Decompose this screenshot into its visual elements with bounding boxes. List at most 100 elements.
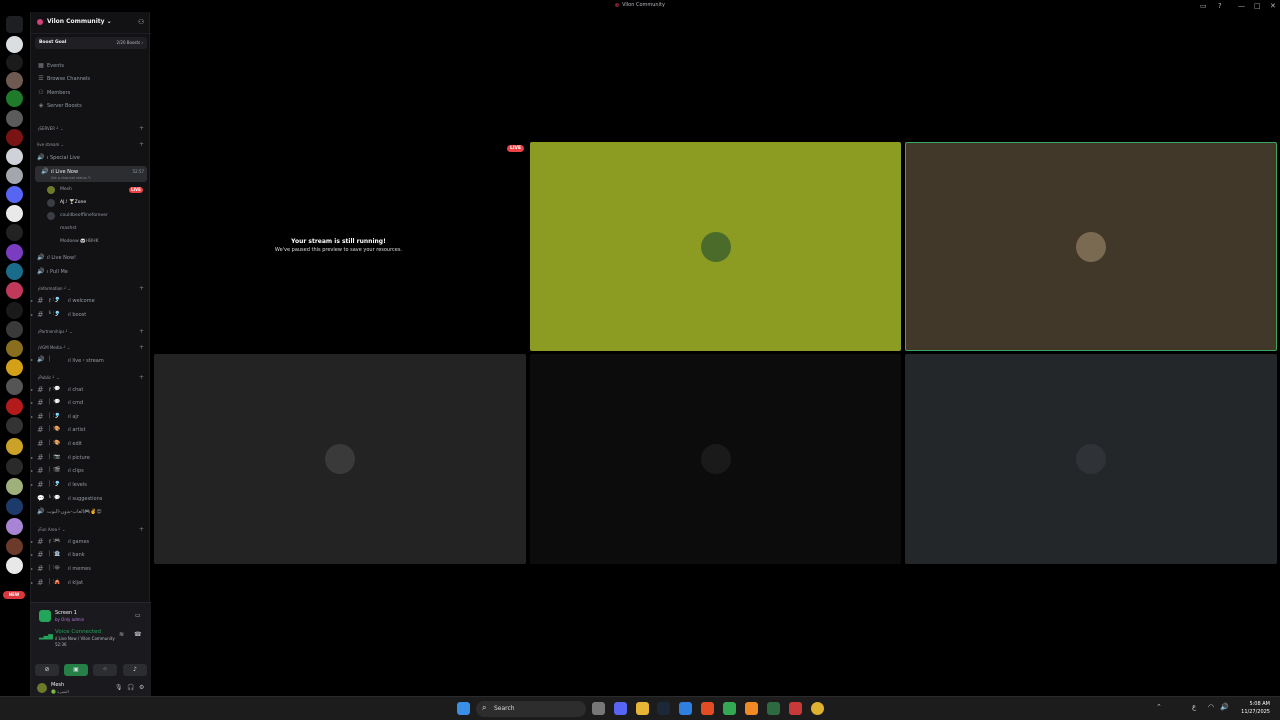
chevron-up-icon[interactable]: ⌃ [1156,703,1162,711]
server-icon[interactable] [6,340,23,357]
wifi-icon[interactable]: ◠ [1208,703,1214,711]
add-channel-icon[interactable]: + [139,526,144,533]
text-channel[interactable]: 🔊 العاب-بدون-البوت🎮✌️😍 [31,506,151,518]
voice-channel-special-live[interactable]: 🔊 ı Special Live [31,152,151,164]
add-channel-icon[interactable]: + [139,141,144,148]
participant-tile[interactable] [530,142,901,351]
server-icon[interactable] [6,205,23,222]
category-information[interactable]: ┌Information ┘ ⌄ + [37,285,147,292]
server-icon[interactable] [6,186,23,203]
taskbar-search[interactable]: ⌕ Search [476,701,586,717]
disconnect-icon[interactable]: ☎ [134,631,141,638]
clock[interactable]: 5:08 AM 11/27/2025 [1241,700,1270,716]
server-icon[interactable] [6,129,23,146]
guild-name[interactable]: Vilon Community ⌄ [47,18,112,25]
help-icon[interactable]: ? [1218,2,1222,10]
server-icon[interactable] [6,244,23,261]
participant-tile[interactable] [905,354,1277,564]
server-icon[interactable] [6,478,23,495]
volume-icon[interactable]: 🔊 [1220,703,1229,711]
category-server[interactable]: ┌SERVER ┘ ⌄ + [37,125,147,132]
server-icon[interactable] [6,518,23,535]
boost-goal-bar[interactable]: Boost Goal 2/20 Boosts › [35,37,147,49]
text-channel[interactable]: ▸ # ╔ ⁝💬 ıl chat [31,384,151,396]
screen-share-button[interactable]: ▣ [64,664,88,676]
app-icon[interactable] [745,702,758,715]
menu-members[interactable]: ⚇ Members [31,87,151,99]
text-channel[interactable]: ▸ # │ ⁝📷 ıl picture [31,452,151,464]
add-channel-icon[interactable]: + [139,285,144,292]
voice-channel-live-stream[interactable]: ▸ 🔊 │ ıl live・stream [31,354,151,366]
server-icon[interactable] [6,110,23,127]
participant-tile[interactable] [530,354,901,564]
text-channel[interactable]: ▸ # │ ⁝🎪 ıl kljat [31,577,151,589]
app-icon[interactable] [679,702,692,715]
text-channel[interactable]: ▸ # │ ⁝😂 ıl memes [31,563,151,575]
user-panel[interactable]: Mesh 🟢 السيرة 🎙 🎧 ⚙ [35,681,147,695]
server-icon[interactable] [6,557,23,574]
server-icon[interactable] [6,90,23,107]
invite-icon[interactable]: ⚇ [138,18,146,26]
participant-tile[interactable] [154,354,526,564]
voice-channel-pull-me[interactable]: 🔊 ı Pull Me [31,266,151,278]
voice-channel-live-now-2[interactable]: 🔊 ıl Live Now! [31,252,151,264]
app-icon[interactable] [811,702,824,715]
server-icon[interactable] [6,498,23,515]
text-channel[interactable]: ▸ # ╔ ⁝🎐 ıl welcome [31,295,151,307]
server-icon[interactable] [6,302,23,319]
file-explorer-icon[interactable] [636,702,649,715]
menu-events[interactable]: ▦ Events [31,60,151,72]
server-icon[interactable] [6,148,23,165]
paused-stream-tile[interactable]: Your stream is still running! We've paus… [151,142,526,352]
add-channel-icon[interactable]: + [139,344,144,351]
voice-channel-live-now[interactable]: 🔊 ıl Live Now 52:57 Set a channel status ✎ [35,166,147,182]
voice-user[interactable]: AJ.! 🍸Zone [47,197,147,209]
app-icon[interactable] [789,702,802,715]
server-icon[interactable] [6,378,23,395]
guild-header[interactable]: Vilon Community ⌄ ⚇ [31,12,151,34]
noise-suppression-icon[interactable]: ≋ [119,631,124,638]
server-icon[interactable] [6,36,23,53]
inbox-icon[interactable]: ▭ [1200,2,1207,10]
server-icon[interactable] [6,167,23,184]
category-vgm-media[interactable]: ┌VGM Media ┘ ⌄ + [37,344,147,351]
server-icon[interactable] [6,282,23,299]
category-public[interactable]: ┌Public ┘ ⌄ + [37,374,147,381]
server-icon[interactable] [6,263,23,280]
server-icon[interactable] [6,359,23,376]
camera-button[interactable]: ⊘ [35,664,59,676]
server-icon[interactable] [6,224,23,241]
server-icon[interactable] [6,538,23,555]
text-channel[interactable]: ▸ # ╚ ⁝🎐 ıl boost [31,309,151,321]
category-fun-area[interactable]: ┌Fun Area ┘ ⌄ + [37,526,147,533]
category-live-stream[interactable]: live stream ⌄ + [37,141,147,148]
start-icon[interactable] [457,702,470,715]
add-channel-icon[interactable]: + [139,374,144,381]
chrome-icon[interactable] [723,702,736,715]
text-channel[interactable]: # │ ⁝🎨 ıl edit [31,438,151,450]
close-button[interactable]: ✕ [1270,2,1276,10]
forum-channel[interactable]: 💬 ╚ ⁝💬 ıl suggestions [31,493,151,505]
server-icon[interactable] [6,458,23,475]
text-channel[interactable]: ▸ # │ ⁝🎐 ıl levels [31,479,151,491]
text-channel[interactable]: ▸ # │ ⁝🎐 ıl ajr [31,411,151,423]
text-channel[interactable]: ▸ # ╔ ⁝🎮 ıl games [31,536,151,548]
server-icon[interactable] [6,417,23,434]
text-channel[interactable]: ▸ # │ ⁝💬 ıl cmd [31,397,151,409]
text-channel[interactable]: ▸ # │ ⁝🎬 ıl clips [31,465,151,477]
maximize-button[interactable]: □ [1254,2,1261,10]
soundboard-button[interactable]: ♪ [123,664,147,676]
screen-share-card[interactable]: Screen 1 by Only admin ▭ [35,606,147,626]
direct-messages-icon[interactable] [6,16,23,33]
menu-server-boosts[interactable]: ◈ Server Boosts [31,100,151,112]
activities-button[interactable]: ⁘ [93,664,117,676]
server-icon[interactable] [6,72,23,89]
voice-user[interactable]: couldbeofflineforever [47,210,147,222]
steam-icon[interactable] [657,702,670,715]
voice-user[interactable]: Modoew 🐼HBHK [47,236,147,248]
text-channel[interactable]: # │ ⁝🎨 ıl artist [31,424,151,436]
participant-tile-speaking[interactable] [905,142,1277,351]
microphone-icon[interactable]: 🎙 [115,684,123,691]
language-icon[interactable]: ع [1192,703,1196,711]
voice-user[interactable]: Mesh LIVE [47,184,147,196]
